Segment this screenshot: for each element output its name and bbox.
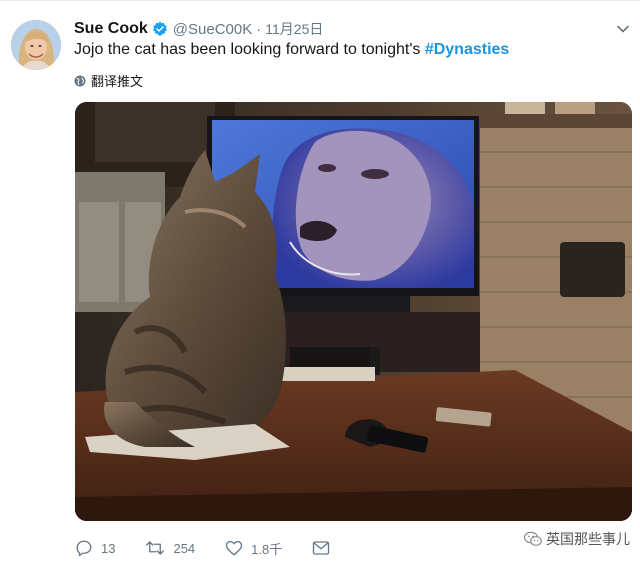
direct-message-button[interactable] — [312, 540, 338, 556]
tweet-text: Jojo the cat has been looking forward to… — [74, 41, 509, 59]
user-handle[interactable]: @SueC00K — [173, 21, 252, 38]
globe-icon — [74, 75, 86, 87]
display-name[interactable]: Sue Cook — [74, 20, 148, 38]
reply-icon — [76, 540, 92, 557]
reply-button[interactable]: 13 — [75, 539, 115, 557]
separator-dot: · — [256, 20, 262, 38]
top-divider — [0, 0, 640, 1]
hashtag-link[interactable]: #Dynasties — [425, 41, 510, 58]
retweet-icon — [146, 541, 165, 555]
tweet-photo[interactable] — [75, 102, 632, 521]
mail-icon — [313, 541, 330, 555]
chevron-down-icon[interactable] — [616, 22, 630, 36]
avatar[interactable] — [11, 20, 61, 70]
tweet-text-body: Jojo the cat has been looking forward to… — [74, 41, 425, 58]
tweet-date[interactable]: 11月25日 — [265, 19, 323, 39]
reply-count: 13 — [101, 540, 116, 556]
like-icon — [225, 540, 243, 556]
watermark: 英国那些事儿 — [523, 529, 630, 549]
like-count: 1.8千 — [251, 541, 283, 557]
retweet-count: 254 — [173, 540, 196, 556]
avatar-photo — [11, 20, 61, 70]
tweet-header: Sue Cook @SueC00K · 11月25日 — [74, 18, 323, 40]
like-button[interactable]: 1.8千 — [225, 539, 282, 558]
watermark-text: 英国那些事儿 — [546, 531, 630, 547]
retweet-button[interactable]: 254 — [145, 539, 195, 557]
translate-tweet-link[interactable]: 翻译推文 — [74, 71, 143, 90]
translate-label: 翻译推文 — [91, 74, 144, 89]
verified-badge-icon — [152, 21, 168, 37]
photo-cat-watching-lion — [75, 102, 632, 521]
tweet-actions: 13 254 1.8千 — [75, 536, 375, 560]
wechat-icon — [523, 531, 542, 547]
